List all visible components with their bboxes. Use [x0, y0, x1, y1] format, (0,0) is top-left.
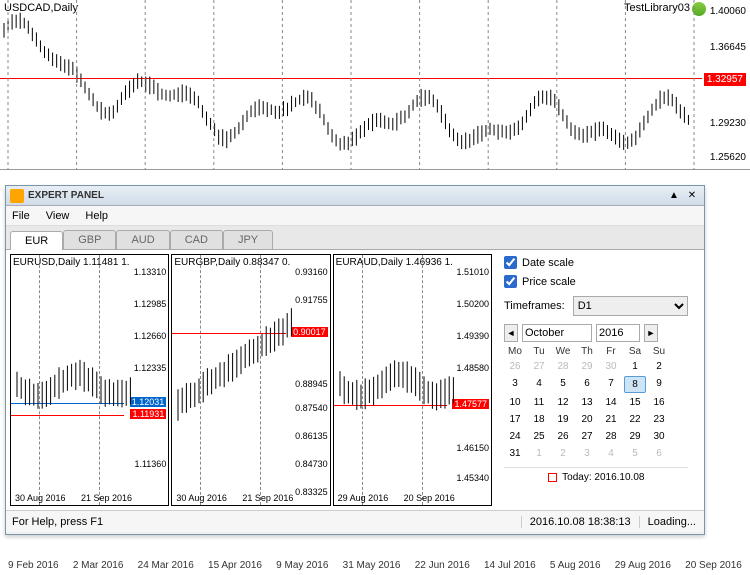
panel-titlebar[interactable]: EXPERT PANEL ▲ ✕	[6, 186, 704, 206]
panel-title: EXPERT PANEL	[28, 190, 664, 201]
main-chart[interactable]: USDCAD,Daily TestLibrary03 1.400601.3664…	[0, 0, 750, 170]
timeframes-label: Timeframes:	[504, 300, 565, 312]
cal-today-link[interactable]: Today: 2016.10.08	[504, 467, 688, 483]
cal-day[interactable]: 4	[528, 376, 550, 393]
cal-day[interactable]: 25	[528, 429, 550, 444]
menu-help[interactable]: Help	[85, 210, 108, 222]
mini-chart-1[interactable]: EURGBP,Daily 0.88347 0.0.931600.917550.8…	[171, 254, 330, 506]
cal-day[interactable]: 2	[648, 359, 670, 374]
close-button[interactable]: ✕	[684, 189, 700, 203]
cal-day[interactable]: 2	[552, 446, 574, 461]
main-chart-xaxis: 9 Feb 20162 Mar 201624 Mar 201615 Apr 20…	[0, 560, 750, 571]
cal-day[interactable]: 27	[528, 359, 550, 374]
cal-month-select[interactable]	[522, 324, 592, 342]
cal-day[interactable]: 1	[624, 359, 646, 374]
cal-day[interactable]: 15	[624, 395, 646, 410]
price-scale-checkbox[interactable]	[504, 275, 517, 288]
mini-chart-2[interactable]: EURAUD,Daily 1.46936 1.1.510101.502001.4…	[333, 254, 492, 506]
cal-day[interactable]: 5	[624, 446, 646, 461]
status-help: For Help, press F1	[6, 516, 521, 528]
date-scale-checkbox[interactable]	[504, 256, 517, 269]
cal-day[interactable]: 3	[576, 446, 598, 461]
cal-day[interactable]: 12	[552, 395, 574, 410]
tab-cad[interactable]: CAD	[170, 230, 223, 249]
cal-day[interactable]: 30	[648, 429, 670, 444]
cal-day[interactable]: 6	[648, 446, 670, 461]
cal-day[interactable]: 16	[648, 395, 670, 410]
panel-menubar: File View Help	[6, 206, 704, 226]
side-panel: Date scale Price scale Timeframes: D1 ◄ …	[496, 250, 696, 510]
cal-day[interactable]: 18	[528, 412, 550, 427]
mini-chart-0[interactable]: EURUSD,Daily 1.11481 1.1.133101.129851.1…	[10, 254, 169, 506]
cal-day[interactable]: 23	[648, 412, 670, 427]
cal-day[interactable]: 24	[504, 429, 526, 444]
cal-day[interactable]: 28	[552, 359, 574, 374]
cal-day[interactable]: 22	[624, 412, 646, 427]
cal-year-select[interactable]	[596, 324, 640, 342]
cal-day[interactable]: 11	[528, 395, 550, 410]
tab-aud[interactable]: AUD	[116, 230, 169, 249]
expert-panel: EXPERT PANEL ▲ ✕ File View Help EURGBPAU…	[5, 185, 705, 535]
cal-prev-button[interactable]: ◄	[504, 324, 518, 342]
mini-charts: EURUSD,Daily 1.11481 1.1.133101.129851.1…	[6, 250, 496, 510]
menu-view[interactable]: View	[46, 210, 70, 222]
cal-day[interactable]: 26	[504, 359, 526, 374]
cal-day[interactable]: 4	[600, 446, 622, 461]
cal-day[interactable]: 10	[504, 395, 526, 410]
cal-day[interactable]: 3	[504, 376, 526, 393]
calendar-grid: MoTuWeThFrSaSu26272829301234567891011121…	[504, 346, 688, 461]
tab-jpy[interactable]: JPY	[223, 230, 273, 249]
cal-day[interactable]: 7	[600, 376, 622, 393]
today-marker-icon	[548, 473, 557, 482]
cal-day[interactable]: 28	[600, 429, 622, 444]
cal-day[interactable]: 27	[576, 429, 598, 444]
tab-gbp[interactable]: GBP	[63, 230, 116, 249]
panel-statusbar: For Help, press F1 2016.10.08 18:38:13 L…	[6, 510, 704, 532]
date-scale-option[interactable]: Date scale	[504, 256, 688, 269]
price-label: 1.32957	[704, 73, 746, 86]
cal-day[interactable]: 13	[576, 395, 598, 410]
cal-day[interactable]: 17	[504, 412, 526, 427]
cal-day[interactable]: 30	[600, 359, 622, 374]
cal-day[interactable]: 1	[528, 446, 550, 461]
status-time: 2016.10.08 18:38:13	[521, 516, 639, 528]
cal-day[interactable]: 9	[648, 376, 670, 393]
tab-eur[interactable]: EUR	[10, 231, 63, 250]
cal-day[interactable]: 31	[504, 446, 526, 461]
main-chart-bars	[0, 0, 702, 170]
price-scale-option[interactable]: Price scale	[504, 275, 688, 288]
cal-day[interactable]: 21	[600, 412, 622, 427]
cal-next-button[interactable]: ►	[644, 324, 658, 342]
cal-day[interactable]: 29	[624, 429, 646, 444]
cal-day[interactable]: 20	[576, 412, 598, 427]
cal-day[interactable]: 29	[576, 359, 598, 374]
menu-file[interactable]: File	[12, 210, 30, 222]
cal-day[interactable]: 5	[552, 376, 574, 393]
cal-day[interactable]: 26	[552, 429, 574, 444]
status-loading: Loading...	[639, 516, 704, 528]
cal-day[interactable]: 19	[552, 412, 574, 427]
minimize-button[interactable]: ▲	[666, 189, 682, 203]
cal-day[interactable]: 6	[576, 376, 598, 393]
panel-tabs: EURGBPAUDCADJPY	[6, 226, 704, 250]
panel-icon	[10, 189, 24, 203]
timeframe-select[interactable]: D1	[573, 296, 688, 316]
cal-day[interactable]: 8	[624, 376, 646, 393]
cal-day[interactable]: 14	[600, 395, 622, 410]
